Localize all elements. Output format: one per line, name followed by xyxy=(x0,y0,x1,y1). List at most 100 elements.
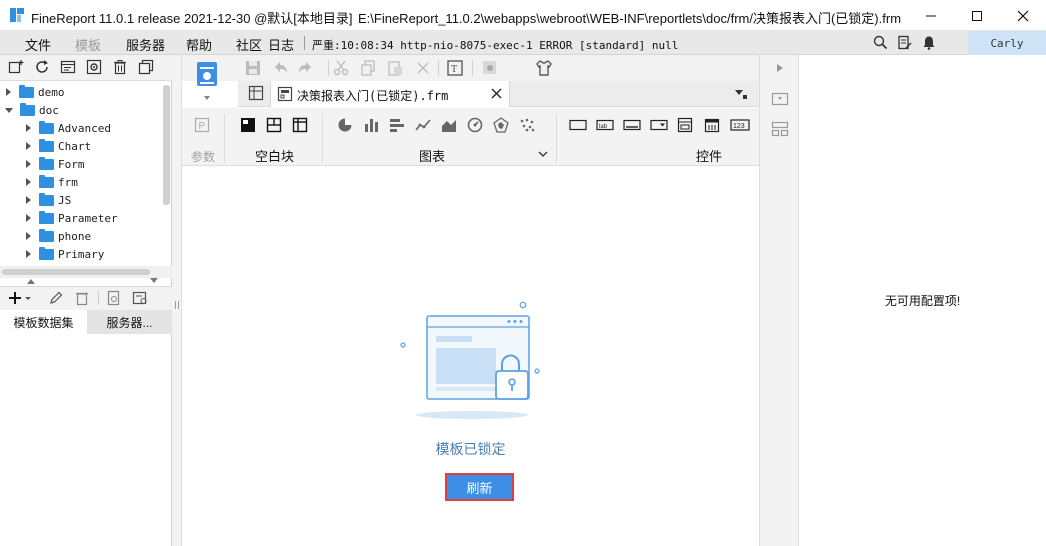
expand-arrow-icon[interactable] xyxy=(26,160,31,168)
expand-arrow-icon[interactable] xyxy=(26,214,31,222)
error-status-message[interactable]: 严重:10:08:34 http-nio-8075-exec-1 ERROR [… xyxy=(312,37,678,53)
collapse-arrow-icon[interactable] xyxy=(5,107,13,113)
new-folder-icon[interactable] xyxy=(8,59,26,77)
menu-help[interactable]: 帮助 xyxy=(186,35,212,54)
scatter-chart-icon[interactable] xyxy=(519,117,535,133)
tree-horizontal-scrollbar[interactable] xyxy=(2,269,150,275)
number-widget-icon[interactable]: 123 xyxy=(730,117,750,133)
text-box-widget-icon[interactable] xyxy=(569,117,587,133)
undo-icon[interactable] xyxy=(271,59,289,77)
text-format-icon[interactable]: T xyxy=(446,59,464,77)
bell-icon[interactable] xyxy=(922,35,936,50)
menu-template[interactable]: 模板 xyxy=(75,35,101,54)
tree-vertical-scrollbar[interactable] xyxy=(163,85,170,205)
expand-arrow-icon[interactable] xyxy=(26,178,31,186)
delete-icon[interactable] xyxy=(112,59,130,77)
tree-item-js[interactable]: JS xyxy=(26,191,71,209)
expand-panel-arrow-icon[interactable] xyxy=(776,63,784,73)
redo-icon[interactable] xyxy=(297,59,315,77)
chart-more-chevron-icon[interactable] xyxy=(538,150,548,158)
expand-arrow-icon[interactable] xyxy=(6,88,11,96)
expand-arrow-icon[interactable] xyxy=(26,232,31,240)
tree-item-chart[interactable]: Chart xyxy=(26,137,91,155)
doc-tab-locked-frm[interactable]: 决策报表入门(已锁定).frm xyxy=(270,81,510,107)
document-tab-bar: 决策报表入门(已锁定).frm xyxy=(238,81,759,107)
tree-item-parameter[interactable]: Parameter xyxy=(26,209,118,227)
date-widget-icon[interactable] xyxy=(704,117,720,133)
window-title: FineReport 11.0.1 release 2021-12-30 @默认… xyxy=(31,11,353,26)
theme-shirt-icon[interactable] xyxy=(535,59,553,77)
window-file-path: E:\FineReport_11.0.2\webapps\webroot\WEB… xyxy=(358,11,902,26)
button-widget-icon[interactable] xyxy=(623,117,641,133)
copy-cell-icon[interactable] xyxy=(359,59,377,77)
add-dataset-icon[interactable] xyxy=(8,290,32,306)
template-info-icon[interactable] xyxy=(60,59,78,77)
edit-pencil-icon[interactable] xyxy=(48,290,64,306)
minimize-button[interactable] xyxy=(908,0,954,31)
settings-gear-icon[interactable] xyxy=(86,59,104,77)
toolbar-separator xyxy=(98,291,99,305)
tree-item-demo[interactable]: demo xyxy=(6,83,65,101)
search-icon[interactable] xyxy=(873,35,888,50)
menu-community[interactable]: 社区 xyxy=(236,35,262,54)
radar-chart-icon[interactable] xyxy=(493,117,509,133)
tree-item-advanced[interactable]: Advanced xyxy=(26,119,111,137)
save-icon[interactable] xyxy=(244,59,262,77)
expand-arrow-icon[interactable] xyxy=(26,142,31,150)
delete-dataset-icon[interactable] xyxy=(74,290,90,306)
folder-icon xyxy=(39,174,54,188)
zoom-icon[interactable] xyxy=(481,59,499,77)
bar-chart-icon[interactable] xyxy=(363,117,379,133)
expand-arrow-icon[interactable] xyxy=(26,196,31,204)
clear-icon[interactable] xyxy=(414,59,432,77)
scroll-up-arrow-icon[interactable] xyxy=(27,279,35,284)
copy-icon[interactable] xyxy=(138,59,156,77)
left-panel-splitter[interactable] xyxy=(172,55,182,546)
widget-settings-icon[interactable] xyxy=(771,91,789,107)
tree-item-doc[interactable]: doc xyxy=(5,101,59,119)
cut-icon[interactable] xyxy=(332,59,350,77)
tab-server-dataset[interactable]: 服务器... xyxy=(87,310,172,334)
preview-dataset-icon[interactable] xyxy=(106,290,122,306)
folder-icon xyxy=(39,228,54,242)
parameter-panel-icon[interactable]: P xyxy=(194,117,210,133)
menu-file[interactable]: 文件 xyxy=(25,35,51,54)
line-chart-icon[interactable] xyxy=(415,117,431,133)
gauge-chart-icon[interactable] xyxy=(467,117,483,133)
menu-log[interactable]: 日志 xyxy=(268,35,294,54)
form-panel-widget-icon[interactable] xyxy=(677,117,693,133)
expand-arrow-icon[interactable] xyxy=(26,250,31,258)
menu-server[interactable]: 服务器 xyxy=(126,35,165,54)
paste-icon[interactable] xyxy=(386,59,404,77)
tree-item-primary[interactable]: Primary xyxy=(26,245,104,263)
tab-template-dataset[interactable]: 模板数据集 xyxy=(0,310,87,334)
horizontal-bar-chart-icon[interactable] xyxy=(389,117,405,133)
close-tab-icon[interactable] xyxy=(491,88,502,99)
tree-item-frm[interactable]: frm xyxy=(26,173,78,191)
blank-block-tab-icon[interactable] xyxy=(292,117,308,133)
component-library-icon[interactable] xyxy=(771,121,789,137)
close-window-button[interactable] xyxy=(1000,0,1046,31)
tree-item-form[interactable]: Form xyxy=(26,155,85,173)
blank-block-split-icon[interactable] xyxy=(266,117,282,133)
user-account[interactable]: Carly xyxy=(968,31,1046,55)
grid-view-icon[interactable] xyxy=(248,85,264,101)
tree-item-phone[interactable]: phone xyxy=(26,227,91,245)
maximize-button[interactable] xyxy=(954,0,1000,31)
notes-icon[interactable] xyxy=(897,35,912,50)
tab-list-dropdown-icon[interactable] xyxy=(734,87,748,101)
chart-label: 图表 xyxy=(419,149,446,164)
menu-bar: 文件 模板 服务器 帮助 社区 日志 严重:10:08:34 http-nio-… xyxy=(0,31,1046,55)
area-chart-icon[interactable] xyxy=(441,117,457,133)
form-type-dropdown-icon[interactable] xyxy=(204,96,210,100)
form-type-icon[interactable] xyxy=(196,61,218,89)
label-widget-icon[interactable]: lab xyxy=(596,117,614,133)
expand-arrow-icon[interactable] xyxy=(26,124,31,132)
blank-block-absolute-icon[interactable] xyxy=(240,117,256,133)
dropdown-widget-icon[interactable] xyxy=(650,117,668,133)
refresh-button[interactable]: 刷新 xyxy=(445,473,514,501)
scroll-down-arrow-icon[interactable] xyxy=(150,278,158,283)
pie-chart-icon[interactable] xyxy=(337,117,353,133)
refresh-icon[interactable] xyxy=(34,59,52,77)
dataset-settings-icon[interactable] xyxy=(132,290,148,306)
